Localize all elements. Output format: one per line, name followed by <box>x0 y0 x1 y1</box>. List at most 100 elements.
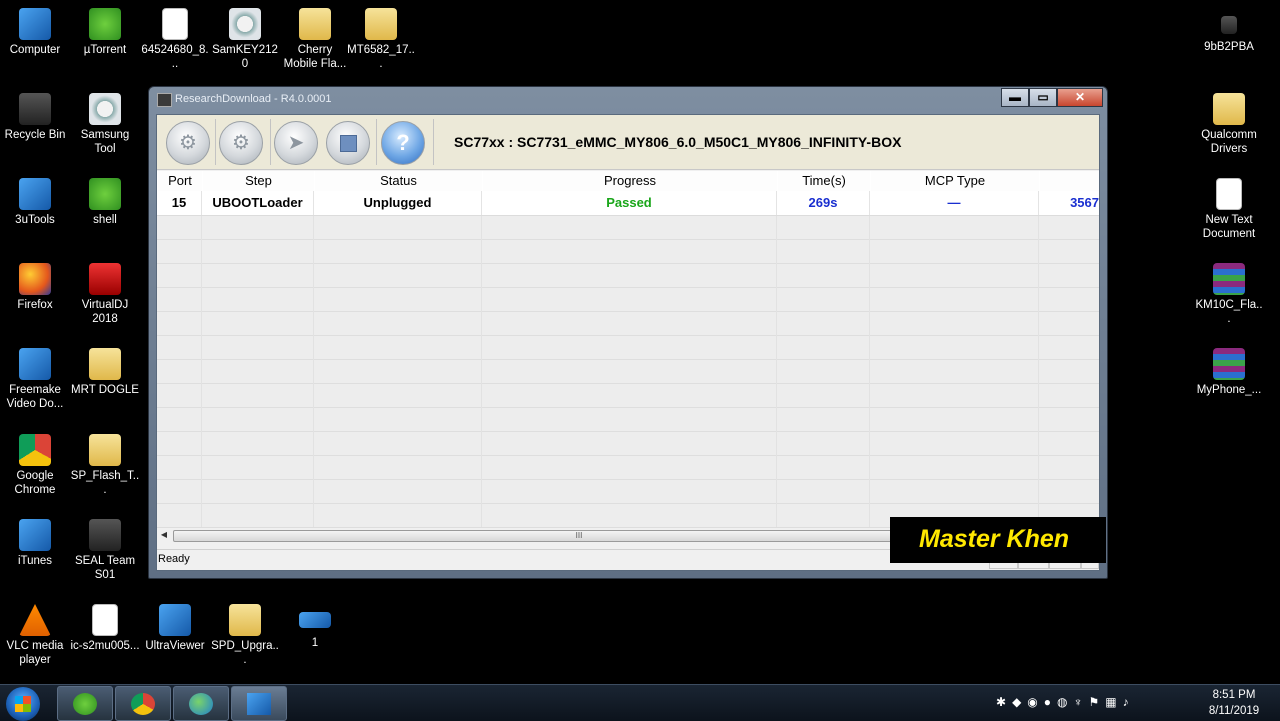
col-status[interactable]: Status <box>314 171 483 191</box>
system-tray[interactable]: ✱◆◉●◍♆⚑▦♪ <box>996 695 1135 709</box>
cell-step: UBOOTLoader <box>202 191 314 215</box>
desktop-icon-google-chrome[interactable]: Google Chrome <box>0 434 70 497</box>
recycle-bin-icon <box>19 93 51 125</box>
scroll-left-arrow[interactable]: ◀ <box>157 528 171 542</box>
watermark-text: Master Khen <box>919 525 1070 553</box>
ultraviewer-icon <box>159 604 191 636</box>
load-packet-button[interactable]: ⚙ <box>166 121 210 165</box>
desktop-icon-qualcomm-drivers[interactable]: Qualcomm Drivers <box>1194 93 1264 156</box>
virtualdj-icon <box>89 263 121 295</box>
taskbar-utorrent[interactable] <box>57 686 113 721</box>
chrome-icon <box>19 434 51 466</box>
port-table: Port Step Status Progress Time(s) MCP Ty… <box>157 171 1099 542</box>
col-progress[interactable]: Progress <box>482 171 778 191</box>
scroll-thumb[interactable]: III <box>173 530 985 542</box>
col-extra[interactable] <box>1039 171 1099 191</box>
cell-port: 15 <box>157 191 202 215</box>
cell-extra: 3567 <box>1070 195 1099 210</box>
app-tray-icon[interactable]: ◍ <box>1057 695 1073 709</box>
folder-icon <box>1213 93 1245 125</box>
video-icon <box>89 519 121 551</box>
col-step[interactable]: Step <box>202 171 315 191</box>
toolbar: ⚙ ⚙ ➤ ? SC77xx : SC7731_eMMC_MY806_6.0_M… <box>157 115 1099 170</box>
taskbar-chrome[interactable] <box>115 686 171 721</box>
desktop-icon-recycle-bin[interactable]: Recycle Bin <box>0 93 70 142</box>
desktop-icon-firefox[interactable]: Firefox <box>0 263 70 312</box>
action-center-icon[interactable]: ⚑ <box>1089 695 1106 709</box>
start-download-icon: ➤ <box>287 132 305 154</box>
stop-download-button[interactable] <box>326 121 370 165</box>
desktop-icon-seal-team[interactable]: SEAL Team S01 <box>70 519 140 582</box>
desktop-icon-myphone[interactable]: MyPhone_... <box>1194 348 1264 397</box>
folder-icon <box>299 8 331 40</box>
grid-line <box>1038 216 1039 528</box>
desktop-icon-mrt-dogle[interactable]: MRT DOGLE <box>70 348 140 397</box>
desktop-icon-spd-upgrade[interactable]: SPD_Upgra... <box>210 604 280 667</box>
image-file-icon <box>92 604 118 636</box>
itunes-icon <box>19 519 51 551</box>
usb-icon[interactable]: ♆ <box>1074 695 1089 709</box>
help-button[interactable]: ? <box>381 121 425 165</box>
network-app-icon[interactable]: ◆ <box>1012 695 1027 709</box>
desktop-icon-ic-s2mu005[interactable]: ic-s2mu005... <box>70 604 140 653</box>
desktop-icon-km10c[interactable]: KM10C_Fla... <box>1194 263 1264 326</box>
utorrent-icon <box>73 693 97 715</box>
app-icon <box>157 93 172 107</box>
desktop-icon-utorrent[interactable]: µTorrent <box>70 8 140 57</box>
samsung-tool-icon <box>89 93 121 125</box>
desktop-icon-1[interactable]: 1 <box>280 604 350 650</box>
col-port[interactable]: Port <box>157 171 203 191</box>
desktop-icon-itunes[interactable]: iTunes <box>0 519 70 568</box>
col-time[interactable]: Time(s) <box>777 171 871 191</box>
clock-time: 8:51 PM <box>1212 689 1256 701</box>
bluetooth-icon[interactable]: ✱ <box>996 695 1012 709</box>
desktop-icon-cherry-mobile[interactable]: Cherry Mobile Fla... <box>280 8 350 71</box>
desktop-icon-mt6582[interactable]: MT6582_17... <box>346 8 416 71</box>
research-download-icon <box>247 693 271 715</box>
folder-icon <box>89 348 121 380</box>
maximize-button[interactable]: ▭ <box>1029 88 1057 107</box>
desktop-icon-vlc[interactable]: VLC media player <box>0 604 70 667</box>
clock[interactable]: 8:51 PM 8/11/2019 <box>1196 687 1272 719</box>
ultraviewer-icon <box>189 693 213 715</box>
desktop-icon-samsung-tool[interactable]: Samsung Tool <box>70 93 140 156</box>
start-button[interactable] <box>6 687 40 721</box>
computer-icon <box>19 8 51 40</box>
desktop-icon-file-64524680[interactable]: 64524680_8... <box>140 8 210 71</box>
firefox-icon <box>19 263 51 295</box>
utorrent-tray-icon[interactable]: ● <box>1044 695 1057 709</box>
chrome-icon <box>131 693 155 715</box>
volume-icon[interactable]: ♪ <box>1123 695 1135 709</box>
desktop-icon-9bb2pba[interactable]: 9bB2PBA <box>1194 8 1264 54</box>
file-icon <box>162 8 188 40</box>
toolbar-separator <box>215 119 216 165</box>
title-bar[interactable]: ResearchDownload - R4.0.0001 ▬ ▭ ✕ <box>149 87 1107 111</box>
toolbar-separator <box>433 119 434 165</box>
taskbar-research-download[interactable] <box>231 686 287 721</box>
vlc-icon <box>19 604 51 636</box>
desktop-icon-shell[interactable]: shell <box>70 178 140 227</box>
window-client: ⚙ ⚙ ➤ ? SC77xx : SC7731_eMMC_MY806_6.0_M… <box>156 114 1106 571</box>
settings-button[interactable]: ⚙ <box>219 121 263 165</box>
clock-date: 8/11/2019 <box>1208 705 1260 717</box>
desktop-icon-ultraviewer[interactable]: UltraViewer <box>140 604 210 653</box>
table-row[interactable]: 15 UBOOTLoader Unplugged Passed 269s — 3… <box>157 191 1099 216</box>
desktop-icon-freemake[interactable]: Freemake Video Do... <box>0 348 70 411</box>
desktop-icon-3utools[interactable]: 3uTools <box>0 178 70 227</box>
desktop-icon-new-text-document[interactable]: New Text Document <box>1194 178 1264 241</box>
close-button[interactable]: ✕ <box>1057 88 1103 107</box>
col-mcp-type[interactable]: MCP Type <box>870 171 1040 191</box>
desktop-icon-sp-flash[interactable]: SP_Flash_T... <box>70 434 140 497</box>
minimize-button[interactable]: ▬ <box>1001 88 1029 107</box>
network-icon[interactable]: ▦ <box>1105 695 1122 709</box>
antivirus-icon[interactable]: ◉ <box>1027 695 1043 709</box>
table-header: Port Step Status Progress Time(s) MCP Ty… <box>157 171 1099 192</box>
window-title: ResearchDownload - R4.0.0001 <box>175 93 332 105</box>
desktop-icon-virtualdj[interactable]: VirtualDJ 2018 <box>70 263 140 326</box>
start-download-button[interactable]: ➤ <box>274 121 318 165</box>
taskbar-ultraviewer[interactable] <box>173 686 229 721</box>
toolbar-separator <box>270 119 271 165</box>
desktop-icon-computer[interactable]: Computer <box>0 8 70 57</box>
desktop-icon-samkey[interactable]: SamKEY2120 <box>210 8 280 71</box>
rar-archive-icon <box>1213 348 1245 380</box>
